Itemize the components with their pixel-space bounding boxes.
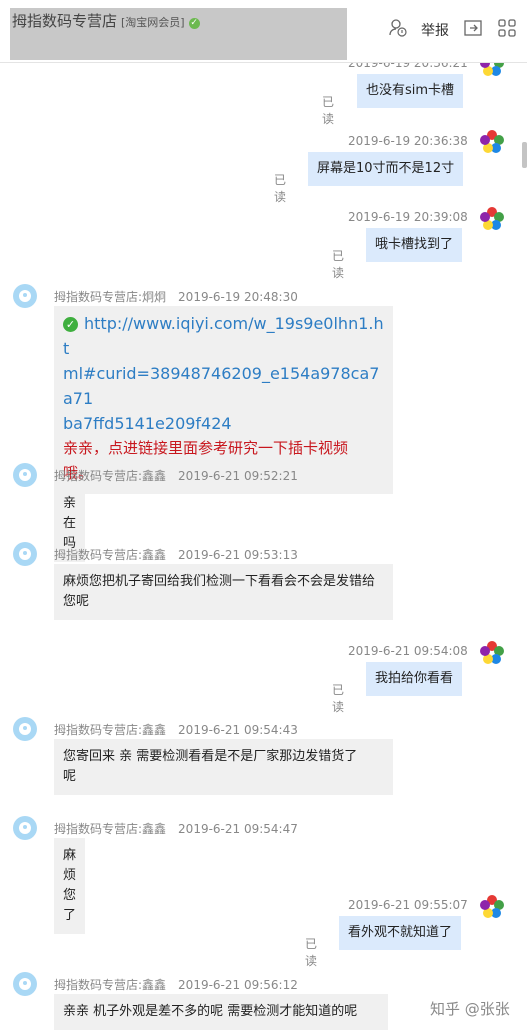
user-avatar-icon[interactable] (479, 206, 505, 232)
chat-header: 拇指数码专营店 [淘宝网会员] ✓ 举报 (0, 0, 527, 63)
sender-name: 拇指数码专营店:鑫鑫 (54, 723, 167, 737)
watermark: 知乎 @张张 (430, 1000, 510, 1018)
user-avatar-icon[interactable] (479, 129, 505, 155)
message-time: 2019-6-21 09:55:07 (348, 898, 468, 912)
message-text: 麻烦您了 (63, 848, 77, 923)
shop-avatar-icon[interactable] (12, 716, 38, 742)
message-time: 2019-6-21 09:52:21 (178, 469, 298, 483)
message-bubble: 看外观不就知道了 (339, 916, 462, 950)
shop-title-area: 拇指数码专营店 [淘宝网会员] ✓ (10, 8, 347, 60)
sender-line: 拇指数码专营店:炯炯 2019-6-19 20:48:30 (54, 288, 298, 305)
message-text: 亲亲，点进链接里面参考研究一下插卡视频 (63, 439, 349, 457)
shop-avatar-icon[interactable] (12, 541, 38, 567)
sender-name: 拇指数码专营店:炯炯 (54, 290, 167, 304)
video-link-cont[interactable]: ml#curid=38948746209_e154a978ca7a71 (63, 361, 384, 411)
sender-line: 拇指数码专营店:鑫鑫 2019-6-21 09:54:43 (54, 721, 298, 738)
user-avatar-icon[interactable] (479, 640, 505, 666)
message-time: 2019-6-21 09:54:47 (178, 822, 298, 836)
shop-avatar-icon[interactable] (12, 283, 38, 309)
verified-icon: ✓ (188, 18, 200, 29)
read-status: 已读 (274, 173, 287, 204)
message-time: 2019-6-21 09:54:08 (348, 644, 468, 658)
message-text: 麻烦您把机子寄回给我们检测一下看看会不会是发错给 (63, 574, 376, 589)
read-status: 已读 (332, 683, 345, 714)
message-time: 2019-6-21 09:53:13 (178, 548, 298, 562)
message-bubble: 我拍给你看看 (366, 662, 463, 696)
share-icon[interactable] (463, 18, 483, 38)
message-text: 您呢 (63, 594, 90, 609)
read-status: 已读 (332, 249, 345, 280)
more-apps-icon[interactable] (497, 18, 517, 38)
message-bubble: 麻烦您把机子寄回给我们检测一下看看会不会是发错给 您呢 (54, 564, 393, 620)
sender-line: 拇指数码专营店:鑫鑫 2019-6-21 09:53:13 (54, 546, 298, 563)
read-status: 已读 (322, 95, 335, 126)
message-time: 2019-6-19 20:48:30 (178, 290, 298, 304)
message-text: 亲亲 机子外观是差不多的呢 需要检测才能知道的呢 (63, 1004, 358, 1019)
video-link-cont[interactable]: ba7ffd5141e209f424 (63, 411, 384, 436)
member-tag: [淘宝网会员] (121, 16, 185, 29)
message-bubble: 亲亲 机子外观是差不多的呢 需要检测才能知道的呢 (54, 994, 388, 1030)
sender-name: 拇指数码专营店:鑫鑫 (54, 822, 167, 836)
message-bubble: 哦卡槽找到了 (366, 228, 463, 262)
check-icon: ✓ (63, 317, 78, 332)
shop-avatar-icon[interactable] (12, 462, 38, 488)
sender-line: 拇指数码专营店:鑫鑫 2019-6-21 09:52:21 (54, 467, 298, 484)
message-time: 2019-6-19 20:39:08 (348, 210, 468, 224)
message-text: 呢 (63, 769, 77, 784)
sender-name: 拇指数码专营店:鑫鑫 (54, 978, 167, 992)
message-time: 2019-6-21 09:54:43 (178, 723, 298, 737)
message-bubble: ✓ http://www.iqiyi.com/w_19s9e0lhn1.ht ml… (54, 306, 393, 494)
message-bubble: 也没有sim卡槽 (357, 74, 464, 108)
scrollbar-thumb[interactable] (522, 142, 527, 168)
message-bubble: 屏幕是10寸而不是12寸 (308, 152, 464, 186)
sender-line: 拇指数码专营店:鑫鑫 2019-6-21 09:56:12 (54, 976, 298, 993)
user-info-icon[interactable] (388, 18, 408, 38)
message-bubble: 麻烦您了 (54, 838, 86, 934)
report-button[interactable]: 举报 (421, 20, 449, 40)
sender-line: 拇指数码专营店:鑫鑫 2019-6-21 09:54:47 (54, 820, 298, 837)
message-text: 亲 在吗 (63, 496, 77, 551)
shop-avatar-icon[interactable] (12, 971, 38, 997)
shop-title: 拇指数码专营店 [淘宝网会员] ✓ (12, 10, 200, 31)
message-bubble: 您寄回来 亲 需要检测看看是不是厂家那边发错货了 呢 (54, 739, 393, 795)
shop-name: 拇指数码专营店 (12, 12, 118, 30)
shop-avatar-icon[interactable] (12, 815, 38, 841)
sender-name: 拇指数码专营店:鑫鑫 (54, 548, 167, 562)
user-avatar-icon[interactable] (479, 894, 505, 920)
message-time: 2019-6-19 20:36:38 (348, 134, 468, 148)
sender-name: 拇指数码专营店:鑫鑫 (54, 469, 167, 483)
read-status: 已读 (305, 937, 318, 968)
video-link[interactable]: ✓ http://www.iqiyi.com/w_19s9e0lhn1.ht (63, 311, 384, 361)
message-time: 2019-6-21 09:56:12 (178, 978, 298, 992)
message-text: 您寄回来 亲 需要检测看看是不是厂家那边发错货了 (63, 749, 358, 764)
